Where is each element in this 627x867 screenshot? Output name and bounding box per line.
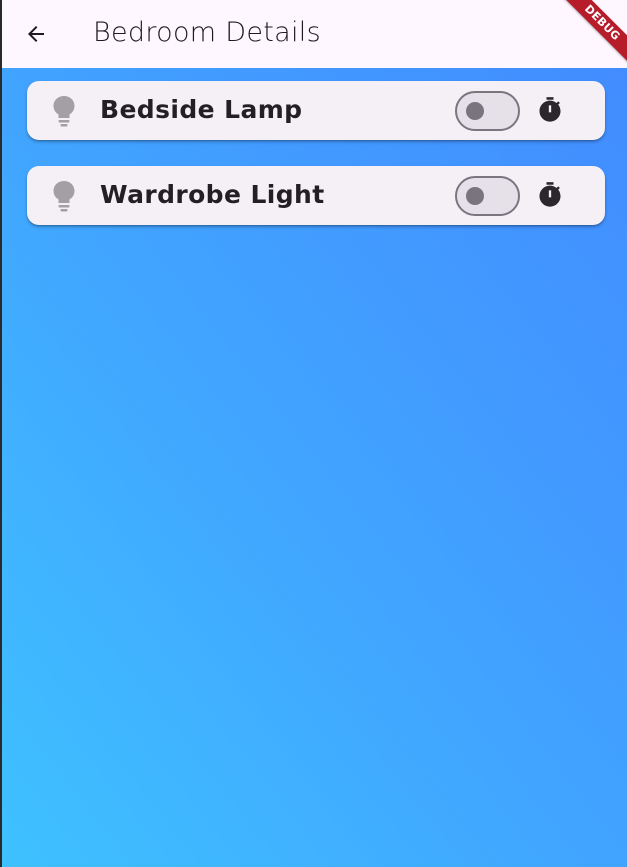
lightbulb-icon bbox=[53, 96, 75, 127]
device-card-bedside-lamp: Bedside Lamp bbox=[27, 81, 605, 140]
power-switch[interactable] bbox=[455, 176, 520, 216]
power-switch[interactable] bbox=[455, 91, 520, 131]
switch-thumb bbox=[466, 187, 484, 205]
content-area: Bedside Lamp Wardrobe Light bbox=[0, 68, 627, 867]
device-card-wardrobe-light: Wardrobe Light bbox=[27, 166, 605, 225]
switch-thumb bbox=[466, 102, 484, 120]
page-title: Bedroom Details bbox=[93, 17, 321, 48]
app-bar: Bedroom Details bbox=[0, 0, 627, 68]
timer-icon[interactable] bbox=[536, 181, 564, 209]
arrow-back-icon bbox=[28, 26, 44, 42]
device-label: Wardrobe Light bbox=[100, 180, 325, 209]
timer-icon[interactable] bbox=[536, 96, 564, 124]
screen: Bedroom Details Bedside Lamp Wardrobe Li… bbox=[0, 0, 627, 867]
back-button[interactable] bbox=[16, 14, 56, 54]
lightbulb-icon bbox=[53, 181, 75, 212]
device-label: Bedside Lamp bbox=[100, 95, 303, 124]
window-edge bbox=[0, 0, 2, 867]
